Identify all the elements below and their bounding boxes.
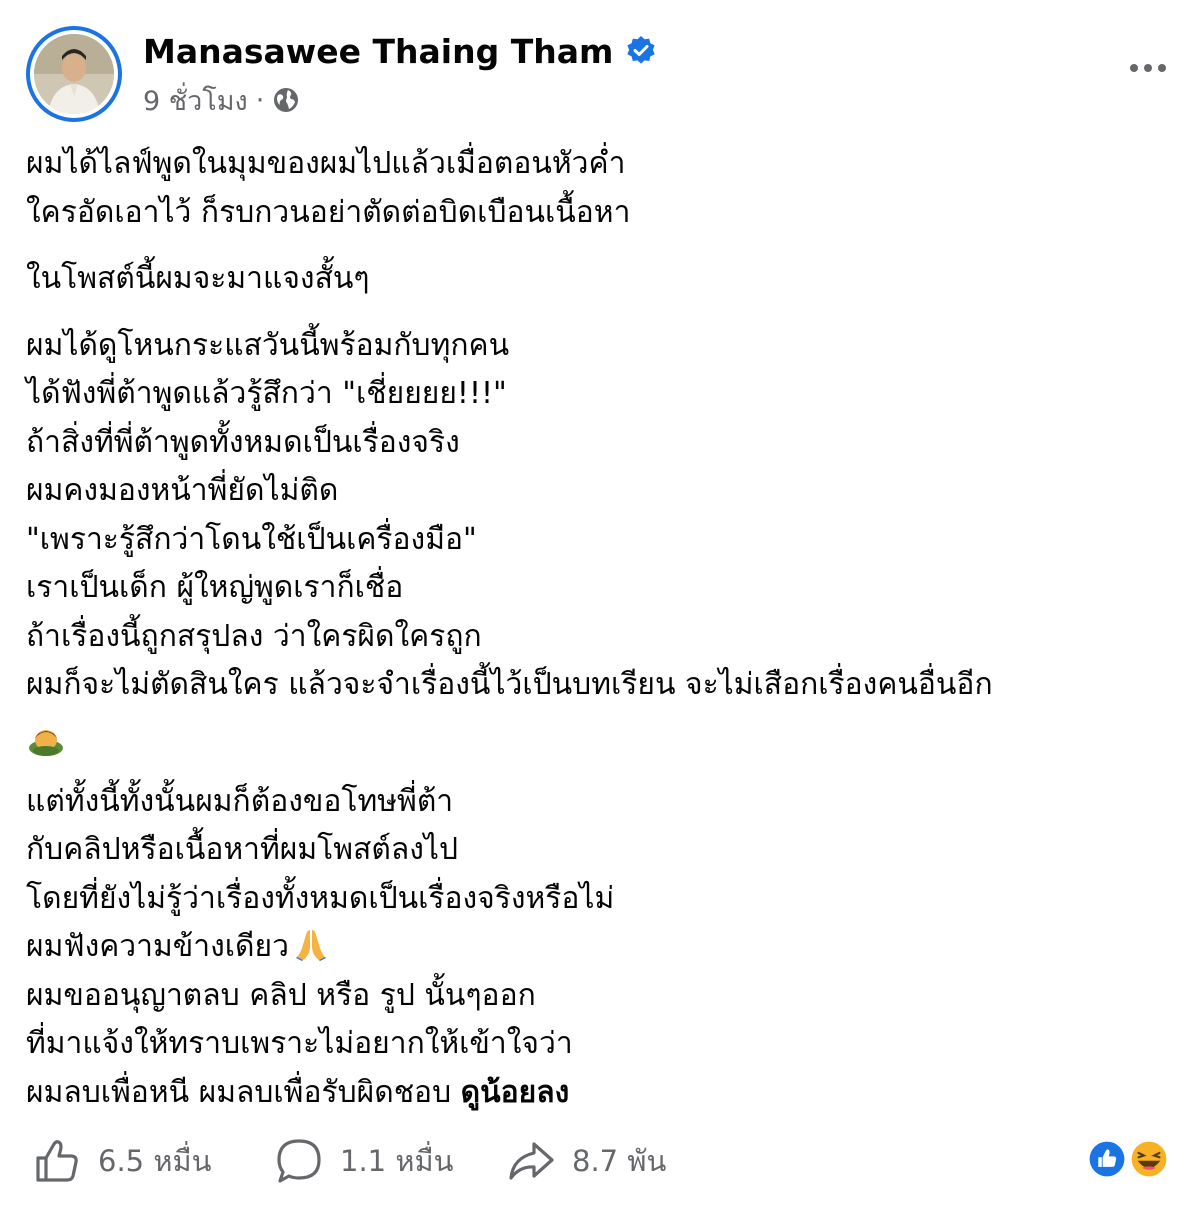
- comment-count: 1.1 หมื่น: [340, 1144, 454, 1178]
- avatar[interactable]: [26, 26, 122, 122]
- comment-button[interactable]: 1.1 หมื่น: [274, 1130, 453, 1192]
- text-line: ถ้าสิ่งที่พี่ต้าพูดทั้งหมดเป็นเรื่องจริง: [26, 424, 460, 460]
- text-line: กับคลิปหรือเนื้อหาที่ผมโพสต์ลงไป: [26, 832, 458, 867]
- text-line: เราเป็นเด็ก ผู้ใหญ่พูดเราก็เชื่อ: [26, 570, 404, 605]
- haha-reaction-icon: [1126, 1136, 1172, 1182]
- text-fragment: ผมฟังความข้างเดียว: [26, 929, 289, 964]
- paragraph-1: ผมได้ไลฟ์พูดในมุมของผมไปแล้วเมื่อตอนหัวค…: [26, 140, 1176, 237]
- author-name[interactable]: Manasawee Thaing Tham: [143, 32, 613, 71]
- reaction-summary[interactable]: [1084, 1136, 1176, 1186]
- more-options-icon[interactable]: [1120, 48, 1176, 88]
- verified-badge-icon: [627, 36, 655, 64]
- like-reaction-icon: [1084, 1136, 1130, 1182]
- bowing-person-emoji: [26, 710, 1176, 766]
- avatar-image: [34, 34, 114, 114]
- see-less-link[interactable]: ดูน้อยลง: [461, 1075, 570, 1110]
- text-line: ในโพสต์นี้ผมจะมาแจงสั้นๆ: [26, 261, 370, 296]
- text-line: ใครอัดเอาไว้ ก็รบกวนอย่าตัดต่อบิดเบือนเน…: [26, 194, 631, 230]
- share-button[interactable]: 8.7 พัน: [506, 1130, 666, 1192]
- text-line: ที่มาแจ้งให้ทราบเพราะไม่อยากให้เข้าใจว่า: [26, 1026, 573, 1061]
- globe-icon: [274, 88, 299, 112]
- like-button[interactable]: 6.5 หมื่น: [32, 1130, 211, 1192]
- text-line: ผมฟังความข้างเดียว: [26, 923, 1176, 972]
- text-line: ผมลบเพื่อหนี ผมลบเพื่อรับผิดชอบ ดูน้อยลง: [26, 1069, 1176, 1118]
- post-header: Manasawee Thaing Tham 9 ชั่วโมง ·: [26, 26, 1176, 126]
- text-fragment: ผมลบเพื่อหนี ผมลบเพื่อรับผิดชอบ: [26, 1074, 452, 1110]
- paragraph-4: แต่ทั้งนี้ทั้งนั้นผมก็ต้องขอโทษพี่ต้า กั…: [26, 778, 1176, 972]
- text-line: ถ้าเรื่องนี้ถูกสรุปลง ว่าใครผิดใครถูก: [26, 618, 482, 654]
- post-body: ผมได้ไลฟ์พูดในมุมของผมไปแล้วเมื่อตอนหัวค…: [26, 140, 1176, 1117]
- folded-hands-emoji: [295, 930, 326, 961]
- text-line: ผมได้ไลฟ์พูดในมุมของผมไปแล้วเมื่อตอนหัวค…: [26, 146, 626, 181]
- text-line: ผมขออนุญาตลบ คลิป หรือ รูป นั้นๆออก: [26, 977, 536, 1013]
- text-line: ได้ฟังพี่ต้าพูดแล้วรู้สึกว่า "เชี่ยยยย!!…: [26, 376, 507, 411]
- like-count: 6.5 หมื่น: [98, 1144, 212, 1178]
- post-actions: 6.5 หมื่น 1.1 หมื่น 8.7 พัน: [26, 1130, 1176, 1192]
- comment-bubble-icon: [277, 1139, 321, 1183]
- share-arrow-icon: [509, 1142, 554, 1180]
- paragraph-3: ผมได้ดูโหนกระแสวันนี้พร้อมกับทุกคน ได้ฟั…: [26, 322, 1176, 766]
- post-meta: 9 ชั่วโมง ·: [143, 80, 300, 120]
- author-row: Manasawee Thaing Tham: [143, 28, 657, 74]
- post-timestamp[interactable]: 9 ชั่วโมง: [143, 79, 248, 122]
- meta-separator: ·: [255, 84, 265, 116]
- paragraph-5: ผมขออนุญาตลบ คลิป หรือ รูป นั้นๆออก ที่ม…: [26, 972, 1176, 1118]
- text-line: แต่ทั้งนี้ทั้งนั้นผมก็ต้องขอโทษพี่ต้า: [26, 783, 454, 819]
- paragraph-2: ในโพสต์นี้ผมจะมาแจงสั้นๆ: [26, 255, 1176, 304]
- text-line: ผมก็จะไม่ตัดสินใคร แล้วจะจำเรื่องนี้ไว้เ…: [26, 667, 993, 702]
- share-count: 8.7 พัน: [572, 1144, 667, 1178]
- thumbs-up-icon: [36, 1140, 78, 1182]
- text-line: ผมคงมองหน้าพี่ยัดไม่ติด: [26, 473, 339, 508]
- text-line: ผมได้ดูโหนกระแสวันนี้พร้อมกับทุกคน: [26, 327, 510, 363]
- text-line: "เพราะรู้สึกว่าโดนใช้เป็นเครื่องมือ": [26, 521, 477, 557]
- facebook-post: Manasawee Thaing Tham 9 ชั่วโมง · ผมได้ไ…: [0, 0, 1200, 1215]
- text-line: โดยที่ยังไม่รู้ว่าเรื่องทั้งหมดเป็นเรื่อ…: [26, 880, 615, 916]
